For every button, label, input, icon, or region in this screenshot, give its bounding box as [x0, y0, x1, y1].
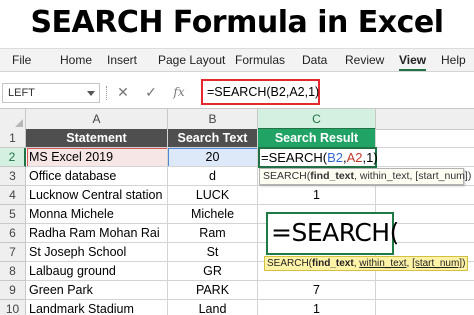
name-box[interactable]: LEFT	[2, 83, 100, 103]
formula-prefix: =SEARCH(	[261, 150, 328, 165]
header-cell-statement[interactable]: Statement	[26, 129, 168, 148]
cancel-icon[interactable]: ✕	[115, 82, 131, 102]
cell-c4[interactable]: 1	[258, 186, 376, 205]
formula-ref-a2: A2	[346, 150, 363, 165]
tooltip-fn: SEARCH(	[263, 170, 311, 182]
cell-b10[interactable]: Land	[168, 300, 258, 315]
row-header-8[interactable]: 8	[0, 262, 26, 281]
active-cell-c2-editor[interactable]: =SEARCH(B2,A2,1)	[258, 147, 378, 168]
zoomed-formula-callout: =SEARCH(	[266, 212, 399, 255]
zoom-tooltip-start-num: [start_num]	[412, 258, 463, 269]
cell-d4[interactable]	[376, 186, 474, 205]
row-header-9[interactable]: 9	[0, 281, 26, 300]
zoom-tooltip-close: )	[462, 258, 466, 269]
tab-home[interactable]: Home	[60, 49, 92, 72]
cell-b3[interactable]: d	[168, 167, 258, 186]
row-header-6[interactable]: 6	[0, 224, 26, 243]
row-header-10[interactable]: 10	[0, 300, 26, 315]
tab-file[interactable]: File	[12, 49, 31, 72]
name-box-value: LEFT	[8, 87, 35, 99]
column-header-a[interactable]: A	[26, 109, 168, 130]
cell-b2[interactable]: 20	[168, 148, 258, 167]
column-header-blank	[376, 109, 474, 130]
select-all-corner[interactable]	[0, 109, 26, 130]
cell-a3[interactable]: Office database	[26, 167, 168, 186]
header-cell-search-result[interactable]: Search Result	[258, 129, 376, 148]
cell-a10[interactable]: Landmark Stadium	[26, 300, 168, 315]
row-header-4[interactable]: 4	[0, 186, 26, 205]
zoom-tooltip-find-text: find_text	[312, 258, 354, 269]
tab-help[interactable]: Help	[441, 49, 466, 72]
row-header-7[interactable]: 7	[0, 243, 26, 262]
cell-b9[interactable]: PARK	[168, 281, 258, 300]
cell-a5[interactable]: Monna Michele	[26, 205, 168, 224]
page-title: SEARCH Formula in Excel	[30, 5, 444, 40]
cell-b8[interactable]: GR	[168, 262, 258, 281]
tooltip-rest: , within_text, [start_num])	[354, 170, 472, 182]
cell-a2[interactable]: MS Excel 2019	[26, 148, 168, 167]
column-header-c[interactable]: C	[258, 109, 376, 130]
cell-a4[interactable]: Lucknow Central station	[26, 186, 168, 205]
cell-c10[interactable]: 1	[258, 300, 376, 315]
zoom-tooltip-fn: SEARCH(	[267, 258, 313, 269]
cell-b6[interactable]: Ram	[168, 224, 258, 243]
tab-page-layout[interactable]: Page Layout	[158, 49, 225, 72]
cell-a7[interactable]: St Joseph School	[26, 243, 168, 262]
excel-screenshot: SEARCH Formula in Excel File Home Insert…	[0, 0, 474, 315]
row-header-5[interactable]: 5	[0, 205, 26, 224]
tab-formulas[interactable]: Formulas	[235, 49, 285, 72]
ribbon-tab-bar: File Home Insert Page Layout Formulas Da…	[0, 48, 474, 72]
cell-b7[interactable]: St	[168, 243, 258, 262]
zoom-tooltip-within-text: within_text	[359, 258, 407, 269]
cell-a8[interactable]: Lalbaug ground	[26, 262, 168, 281]
formula-ref-b2: B2	[327, 150, 344, 165]
tooltip-arg-find-text[interactable]: find_text	[310, 170, 354, 182]
row-header-3[interactable]: 3	[0, 167, 26, 186]
chevron-down-icon[interactable]	[87, 91, 95, 96]
row-header-1[interactable]: 1	[0, 129, 26, 148]
tab-view[interactable]: View	[399, 49, 427, 72]
formula-input[interactable]: =SEARCH(B2,A2,1)	[201, 79, 320, 105]
function-syntax-tooltip: SEARCH(find_text, within_text, [start_nu…	[259, 168, 471, 185]
formula-bar-divider	[106, 86, 108, 100]
zoomed-syntax-tooltip: SEARCH(find_text, within_text, [start_nu…	[264, 256, 468, 271]
formula-suffix: ,1)	[362, 150, 378, 165]
insert-function-icon[interactable]: fx	[170, 82, 188, 102]
cell-d9[interactable]	[376, 281, 474, 300]
header-cell-search-text[interactable]: Search Text	[168, 129, 258, 148]
cell-d10[interactable]	[376, 300, 474, 315]
cell-c9[interactable]: 7	[258, 281, 376, 300]
tab-data[interactable]: Data	[302, 49, 327, 72]
cell-d2[interactable]	[376, 148, 474, 167]
tab-insert[interactable]: Insert	[107, 49, 137, 72]
cell-a6[interactable]: Radha Ram Mohan Rai	[26, 224, 168, 243]
row-header-2[interactable]: 2	[0, 148, 26, 167]
cell-a9[interactable]: Green Park	[26, 281, 168, 300]
column-header-b[interactable]: B	[168, 109, 258, 130]
cell-d1[interactable]	[376, 129, 474, 148]
cell-b4[interactable]: LUCK	[168, 186, 258, 205]
tab-review[interactable]: Review	[345, 49, 384, 72]
cell-b5[interactable]: Michele	[168, 205, 258, 224]
formula-bar: LEFT ✕ ✓ fx =SEARCH(B2,A2,1)	[0, 77, 474, 107]
enter-icon[interactable]: ✓	[143, 82, 159, 102]
